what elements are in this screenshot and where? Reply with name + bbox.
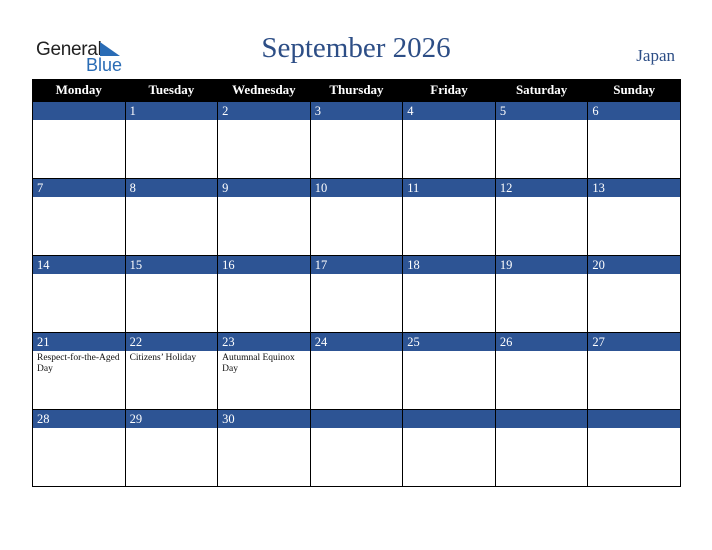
week-row: 14 15 16 17 18 19 20 [32,255,681,333]
day-number: 17 [310,256,403,274]
day-number: 24 [310,333,403,351]
weekday-header: Saturday [494,79,589,102]
day-cell[interactable]: 21 Respect-for-the-Aged Day [32,332,126,410]
day-cell[interactable] [587,409,681,487]
day-number [495,410,588,428]
holiday-label: Citizens’ Holiday [129,353,197,363]
holiday-label: Respect-for-the-Aged Day [37,353,120,374]
week-row: 123456 [32,101,681,179]
day-number: 15 [125,256,218,274]
day-number: 2 [218,102,310,120]
country-label: Japan [636,46,675,65]
day-number: 4 [403,102,495,120]
day-number: 30 [218,410,310,428]
weekday-header-row: Monday Tuesday Wednesday Thursday Friday… [32,79,681,102]
day-cell[interactable]: 9 [217,178,311,256]
day-cell[interactable] [309,409,404,487]
day-cell[interactable]: 7 [32,178,126,256]
weekday-header: Tuesday [124,79,219,102]
calendar-grid: Monday Tuesday Wednesday Thursday Friday… [32,79,681,487]
day-cell[interactable]: 13 [587,178,681,256]
day-cell[interactable]: 24 [309,332,404,410]
day-cell[interactable]: 25 [402,332,496,410]
day-number [33,102,125,120]
day-cell[interactable] [494,409,589,487]
day-cell[interactable] [402,409,496,487]
day-number: 8 [125,179,218,197]
day-number: 25 [403,333,495,351]
day-cell[interactable]: 10 [309,178,404,256]
weekday-header: Wednesday [217,79,311,102]
day-cell[interactable]: 27 [587,332,681,410]
weekday-header: Sunday [587,79,681,102]
day-number [588,410,680,428]
day-number: 22 [125,333,218,351]
day-number: 23 [218,333,310,351]
holiday-label: Autumnal Equinox Day [222,353,295,374]
day-cell[interactable]: 12 [494,178,589,256]
day-number: 20 [588,256,680,274]
calendar-title: September 2026 [261,32,451,64]
day-number: 18 [403,256,495,274]
day-cell[interactable]: 6 [587,101,681,179]
day-number: 14 [33,256,125,274]
day-number: 16 [218,256,310,274]
day-cell[interactable]: 15 [124,255,219,333]
day-number: 26 [495,333,588,351]
day-number: 7 [33,179,125,197]
day-number: 19 [495,256,588,274]
day-cell[interactable]: 28 [32,409,126,487]
day-cell[interactable]: 17 [309,255,404,333]
day-cell[interactable] [32,101,126,179]
day-cell[interactable]: 8 [124,178,219,256]
day-cell[interactable]: 5 [494,101,589,179]
weekday-header: Friday [402,79,496,102]
day-number: 12 [495,179,588,197]
day-cell[interactable]: 23 Autumnal Equinox Day [217,332,311,410]
day-number: 6 [588,102,680,120]
day-cell[interactable]: 18 [402,255,496,333]
week-row: 21 Respect-for-the-Aged Day 22 Citizens’ Ho… [32,332,681,410]
weekday-header: Monday [32,79,126,102]
day-number [310,410,403,428]
day-cell[interactable]: 1 [124,101,219,179]
day-cell[interactable]: 30 [217,409,311,487]
day-cell[interactable]: 19 [494,255,589,333]
day-cell[interactable]: 16 [217,255,311,333]
day-cell[interactable]: 22 Citizens’ Holiday [124,332,219,410]
day-cell[interactable]: 4 [402,101,496,179]
day-cell[interactable]: 26 [494,332,589,410]
day-number: 21 [33,333,125,351]
day-cell[interactable]: 2 [217,101,311,179]
day-number: 10 [310,179,403,197]
day-number: 9 [218,179,310,197]
weekday-header: Thursday [309,79,404,102]
day-cell[interactable]: 20 [587,255,681,333]
day-cell[interactable]: 11 [402,178,496,256]
day-number: 27 [588,333,680,351]
day-number: 1 [125,102,218,120]
day-number: 11 [403,179,495,197]
day-number: 29 [125,410,218,428]
day-number: 3 [310,102,403,120]
day-number: 5 [495,102,588,120]
day-number [403,410,495,428]
day-number: 28 [33,410,125,428]
week-row: 28 29 30 [32,409,681,487]
week-row: 7 8 9 10 11 12 13 [32,178,681,256]
day-cell[interactable]: 3 [309,101,404,179]
day-number: 13 [588,179,680,197]
day-cell[interactable]: 14 [32,255,126,333]
day-cell[interactable]: 29 [124,409,219,487]
